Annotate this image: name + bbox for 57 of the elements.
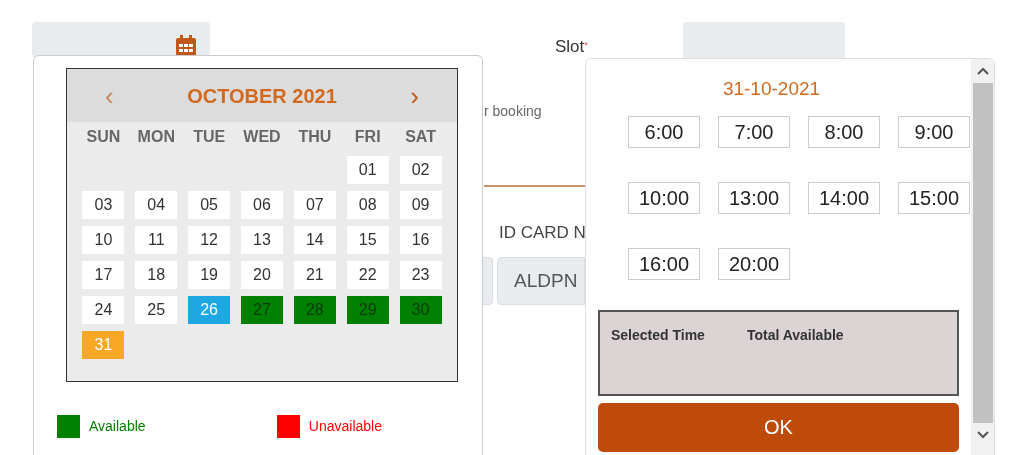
time-slot-button[interactable]: 8:00 [808, 115, 880, 148]
day-cell[interactable]: 16 [399, 226, 442, 254]
day-cell[interactable]: 02 [399, 156, 442, 184]
weekday-label: SUN [85, 127, 122, 147]
ok-button[interactable]: OK [598, 402, 959, 452]
day-cell[interactable]: 20 [241, 261, 283, 289]
weekday-label: TUE [192, 127, 227, 147]
legend-label: Unavailable [308, 417, 382, 436]
day-cell[interactable]: 13 [241, 226, 283, 254]
summary-heading: Total Available [746, 325, 844, 345]
selected-date: 31-10-2021 [721, 77, 822, 101]
time-slot-button[interactable]: 16:00 [628, 247, 700, 280]
day-cell[interactable]: 21 [293, 261, 336, 289]
day-cell[interactable]: 04 [135, 191, 178, 219]
summary-heading: Selected Time [611, 325, 705, 345]
weekday-label: MON [136, 127, 176, 147]
booking-text: r booking [484, 102, 542, 121]
scroll-down-icon[interactable] [976, 431, 989, 439]
time-slot-button[interactable]: 15:00 [898, 181, 970, 214]
time-slot-button[interactable]: 20:00 [718, 247, 790, 280]
weekday-label: THU [297, 127, 333, 147]
slot-label: Slot$^{*}$ [555, 36, 588, 58]
time-slot-button[interactable]: 7:00 [718, 115, 790, 148]
day-cell[interactable]: 08 [346, 191, 389, 219]
day-cell[interactable]: 06 [241, 191, 283, 219]
day-cell[interactable]: 07 [293, 191, 336, 219]
scrollbar[interactable] [971, 59, 994, 455]
day-cell[interactable]: 18 [135, 261, 178, 289]
day-cell[interactable]: 15 [346, 226, 389, 254]
day-cell[interactable]: 05 [188, 191, 231, 219]
day-cell[interactable]: 17 [82, 261, 125, 289]
weekday-label: WED [242, 127, 282, 147]
weekday-label: FRI [353, 127, 382, 147]
day-cell[interactable]: 01 [346, 156, 389, 184]
day-cell[interactable]: 24 [82, 296, 125, 324]
day-cell[interactable]: 14 [293, 226, 336, 254]
legend-label: Available [89, 417, 146, 436]
day-cell[interactable]: 23 [399, 261, 442, 289]
day-cell[interactable]: 22 [346, 261, 389, 289]
day-cell[interactable]: 11 [135, 226, 178, 254]
day-cell[interactable]: 10 [82, 226, 125, 254]
day-cell[interactable]: 25 [135, 296, 178, 324]
month-title: OCTOBER 2021 [187, 83, 337, 109]
time-slot-button[interactable]: 13:00 [718, 181, 790, 214]
scroll-up-icon[interactable] [976, 67, 989, 75]
day-cell[interactable]: 19 [188, 261, 231, 289]
time-slot-button[interactable]: 10:00 [628, 181, 700, 214]
time-slot-button[interactable]: 9:00 [898, 115, 970, 148]
weekday-label: SAT [404, 127, 437, 147]
date-field[interactable] [32, 22, 210, 58]
time-slot-button[interactable]: 6:00 [628, 115, 700, 148]
day-cell[interactable]: 03 [82, 191, 125, 219]
id-card-field[interactable]: ALDPN [497, 257, 585, 305]
day-cell[interactable]: 12 [188, 226, 231, 254]
id-card-label: ID CARD N [499, 222, 586, 244]
day-cell[interactable]: 09 [399, 191, 442, 219]
time-slot-button[interactable]: 14:00 [808, 181, 880, 214]
